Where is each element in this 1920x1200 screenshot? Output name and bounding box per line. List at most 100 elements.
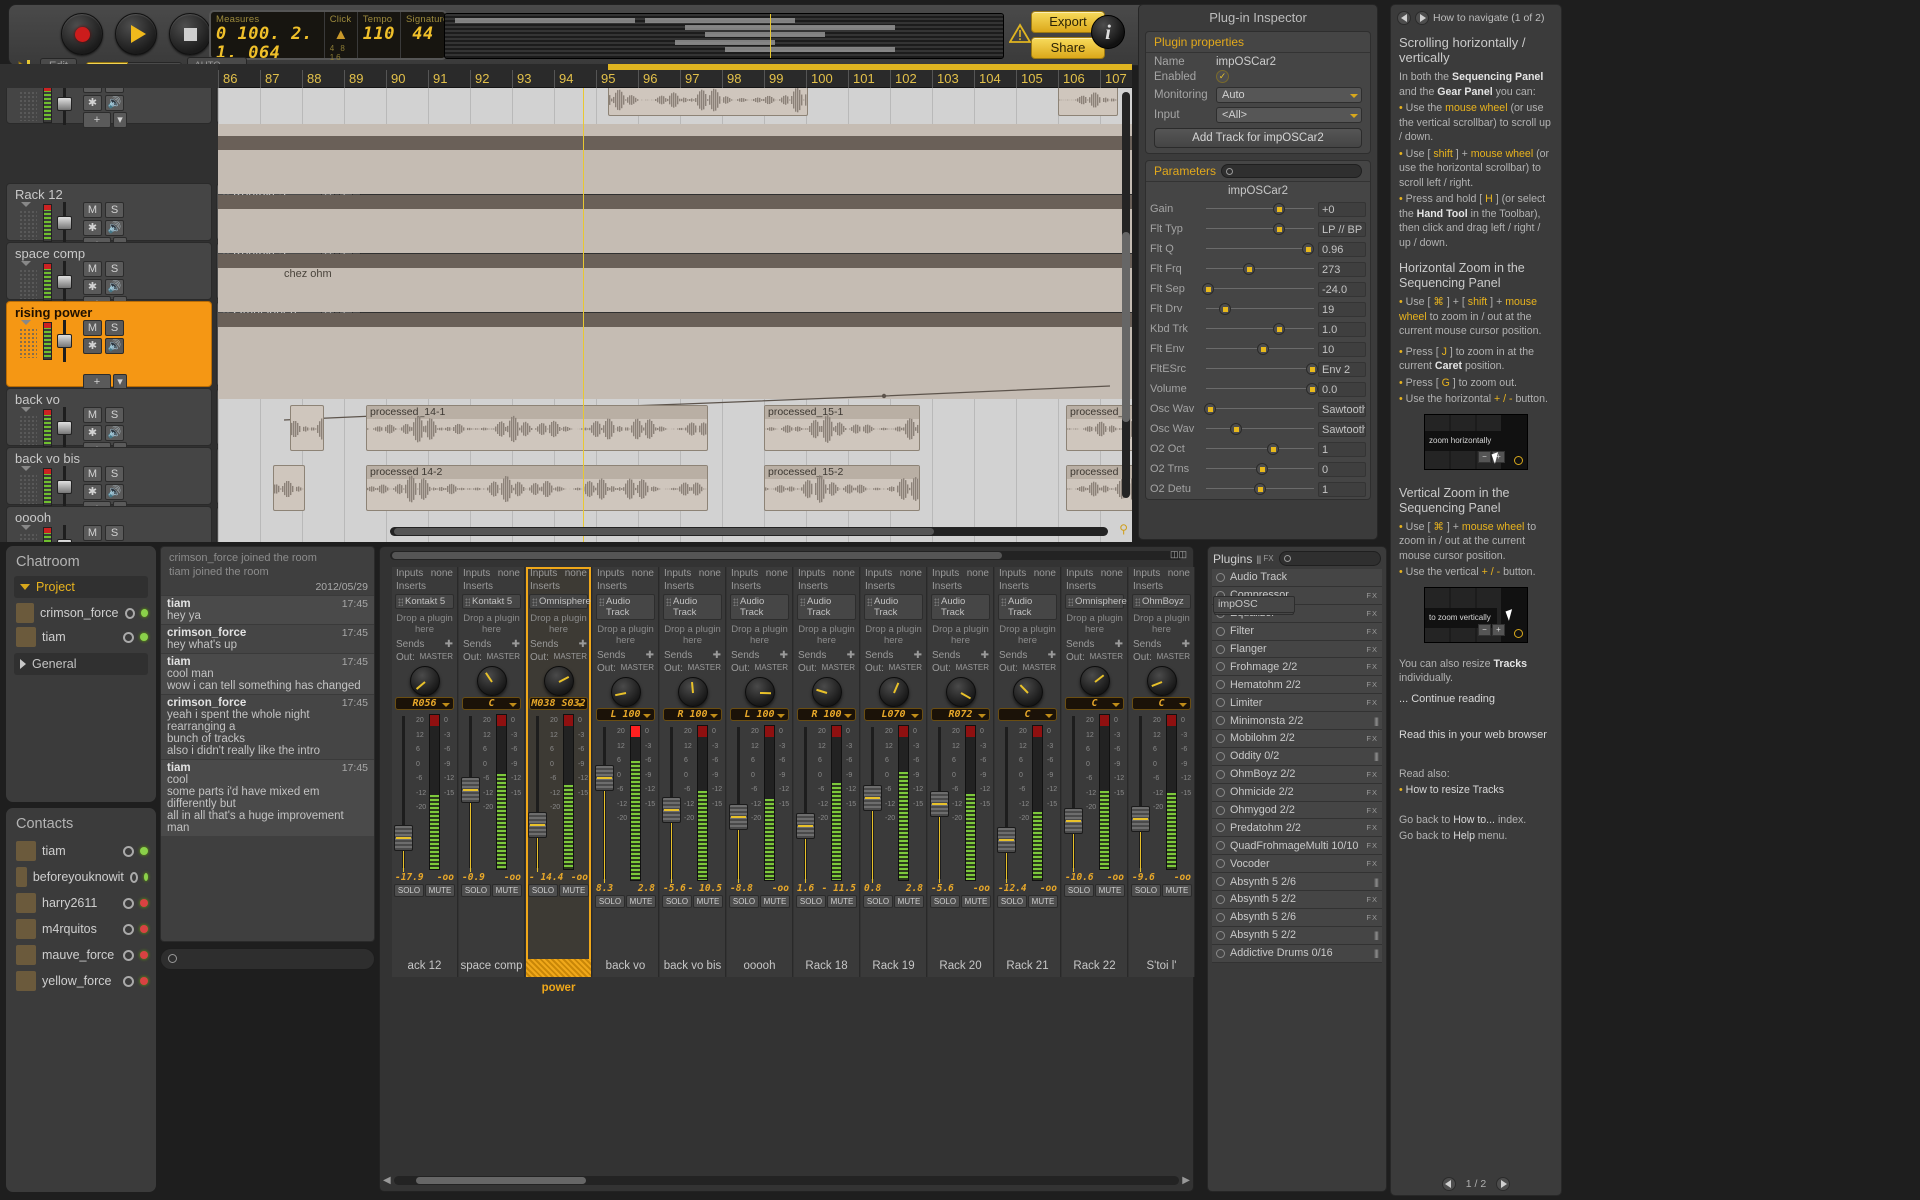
parameter-row-5[interactable]: Flt Drv 19 xyxy=(1146,299,1370,319)
parameter-slider[interactable] xyxy=(1202,282,1314,296)
track-listen-button[interactable]: 🔊 xyxy=(105,484,124,500)
parameter-row-1[interactable]: Flt Typ LP // BP xyxy=(1146,219,1370,239)
audio-clip[interactable]: processed_15-2 xyxy=(764,465,920,511)
parameter-slider[interactable] xyxy=(1206,422,1314,436)
track-collapse-icon[interactable] xyxy=(21,407,31,412)
track-solo-button[interactable]: S xyxy=(105,261,124,277)
fader-handle[interactable] xyxy=(1064,808,1083,835)
strip-sends-row[interactable]: Sends ✚ xyxy=(861,649,926,662)
plugin-item-16[interactable]: Vocoder FX xyxy=(1212,855,1382,874)
lcd-signature[interactable]: Signature 44 xyxy=(401,12,448,58)
track-solo-button[interactable]: S xyxy=(105,407,124,423)
parameter-value[interactable]: 0 xyxy=(1318,461,1366,477)
stop-button[interactable] xyxy=(169,13,211,55)
plugin-enabled-checkbox[interactable]: ✓ xyxy=(1216,70,1229,83)
track-solo-button[interactable]: S xyxy=(105,88,124,93)
fader-knob[interactable] xyxy=(57,539,72,542)
chat-group-general[interactable]: General xyxy=(14,653,148,675)
strip-mute-button[interactable]: MUTE xyxy=(626,895,656,908)
fader-handle[interactable] xyxy=(394,824,413,851)
parameter-row-10[interactable]: Osc Wav Sawtooth xyxy=(1146,399,1370,419)
plugin-item-17[interactable]: Absynth 5 2/6 ||| xyxy=(1212,873,1382,892)
strip-fader-area[interactable]: 20 12 6 0 -6 -12 -20 0 -3 -6 -9 -12 -15 xyxy=(727,723,792,883)
plugin-item-11[interactable]: OhmBoyz 2/2 FX xyxy=(1212,765,1382,784)
info-button[interactable]: i xyxy=(1091,15,1125,49)
plugin-item-21[interactable]: Addictive Drums 0/16 ||| xyxy=(1212,944,1382,963)
strip-pan-display[interactable]: C xyxy=(1132,697,1191,710)
strip-inputs-row[interactable]: Inputs none xyxy=(1129,567,1194,580)
parameter-slider[interactable] xyxy=(1206,202,1314,216)
strip-fader-area[interactable]: 20 12 6 0 -6 -12 -20 0 -3 -6 -9 -12 -15 xyxy=(392,712,457,872)
contact-0[interactable]: tiam xyxy=(6,838,156,864)
strip-mute-button[interactable]: MUTE xyxy=(1162,884,1192,897)
gear-icon[interactable] xyxy=(123,897,134,909)
strip-insert-slot[interactable]: Audio Track xyxy=(797,594,856,620)
track-solo-button[interactable]: S xyxy=(105,320,124,336)
strip-inputs-row[interactable]: Inputs none xyxy=(794,567,859,580)
strip-pan-knob[interactable] xyxy=(1012,677,1043,707)
help-continue-reading-link[interactable]: ... Continue reading xyxy=(1391,687,1561,711)
fader-handle[interactable] xyxy=(997,826,1016,853)
strip-mute-button[interactable]: MUTE xyxy=(1095,884,1125,897)
contact-4[interactable]: mauve_force xyxy=(6,942,156,968)
fader-knob[interactable] xyxy=(57,216,72,230)
strip-inputs-row[interactable]: Inputs none xyxy=(861,567,926,580)
strip-sends-row[interactable]: Sends ✚ xyxy=(660,649,725,662)
track-mute-button[interactable]: M xyxy=(83,525,102,541)
gear-icon[interactable] xyxy=(123,923,134,935)
strip-output-row[interactable]: Out: MASTER xyxy=(392,651,457,664)
track-header-2[interactable]: space compMS✱🔊+▾ xyxy=(6,242,212,312)
track-volume-fader[interactable] xyxy=(57,320,72,362)
strip-insert-slot[interactable]: Audio Track xyxy=(931,594,990,620)
slider-knob[interactable] xyxy=(1305,383,1318,395)
strip-inputs-row[interactable]: Inputs none xyxy=(727,567,792,580)
gear-icon[interactable] xyxy=(123,845,134,857)
parameter-value[interactable]: 0.0 xyxy=(1318,381,1366,397)
track-header-4[interactable]: back voMS✱🔊+▾ xyxy=(6,388,212,458)
add-send-icon[interactable]: ✚ xyxy=(713,650,721,661)
fader-handle[interactable] xyxy=(1131,805,1150,832)
strip-plugin-drop-zone[interactable]: Drop a plugin here xyxy=(794,621,859,649)
gear-icon[interactable] xyxy=(123,949,134,961)
slider-knob[interactable] xyxy=(1243,263,1256,275)
track-mute-button[interactable]: M xyxy=(83,88,102,93)
ruler-mark[interactable]: 107 xyxy=(1100,70,1142,88)
ruler-mark[interactable]: 100 xyxy=(806,70,848,88)
strip-insert-slot[interactable]: Kontakt 5 xyxy=(462,594,521,609)
strip-inputs-row[interactable]: Inputs none xyxy=(459,567,524,580)
ruler-mark[interactable]: 106 xyxy=(1058,70,1100,88)
strip-plugin-drop-zone[interactable]: Drop a plugin here xyxy=(928,621,993,649)
audio-clip[interactable]: processed_14-1 xyxy=(366,405,708,451)
mixer-strip-11[interactable]: Inputs none Inserts OhmBoyz Drop a plugin he… xyxy=(1129,567,1195,977)
strip-solo-button[interactable]: SOLO xyxy=(930,895,960,908)
parameter-row-6[interactable]: Kbd Trk 1.0 xyxy=(1146,319,1370,339)
chat-user-1[interactable]: tiam xyxy=(6,625,156,649)
ruler-mark[interactable]: 95 xyxy=(596,70,638,88)
strip-insert-slot[interactable]: Omnisphere xyxy=(1065,594,1127,609)
fader-knob[interactable] xyxy=(57,97,72,111)
parameter-slider[interactable] xyxy=(1206,222,1314,236)
mixer-scroll-right-icon[interactable]: ▶ xyxy=(1182,1175,1190,1186)
strip-mute-button[interactable]: MUTE xyxy=(961,895,991,908)
strip-solo-button[interactable]: SOLO xyxy=(1131,884,1161,897)
help-goback-menu[interactable]: Go back to Help menu. xyxy=(1391,828,1561,845)
gear-icon[interactable] xyxy=(123,975,134,987)
parameter-row-4[interactable]: Flt Sep -24.0 xyxy=(1146,279,1370,299)
strip-output-row[interactable]: Out: MASTER xyxy=(727,662,792,675)
strip-solo-button[interactable]: SOLO xyxy=(729,895,759,908)
strip-pan-knob[interactable] xyxy=(610,677,641,707)
fader-handle[interactable] xyxy=(662,797,681,824)
parameter-slider[interactable] xyxy=(1206,442,1314,456)
plugin-item-3[interactable]: Filter FX xyxy=(1212,622,1382,641)
strip-mute-button[interactable]: MUTE xyxy=(693,895,723,908)
slider-knob[interactable] xyxy=(1256,463,1269,475)
strip-sends-row[interactable]: Sends ✚ xyxy=(459,638,524,651)
track-more-button[interactable]: ▾ xyxy=(113,112,127,128)
plugin-monitoring-dropdown[interactable]: Auto xyxy=(1216,87,1362,103)
parameter-slider[interactable] xyxy=(1206,342,1314,356)
ruler-mark[interactable]: 90 xyxy=(386,70,428,88)
strip-plugin-drop-zone[interactable]: Drop a plugin here xyxy=(660,621,725,649)
track-collapse-icon[interactable] xyxy=(21,320,31,325)
fader-handle[interactable] xyxy=(461,777,480,804)
fader-handle[interactable] xyxy=(595,765,614,792)
